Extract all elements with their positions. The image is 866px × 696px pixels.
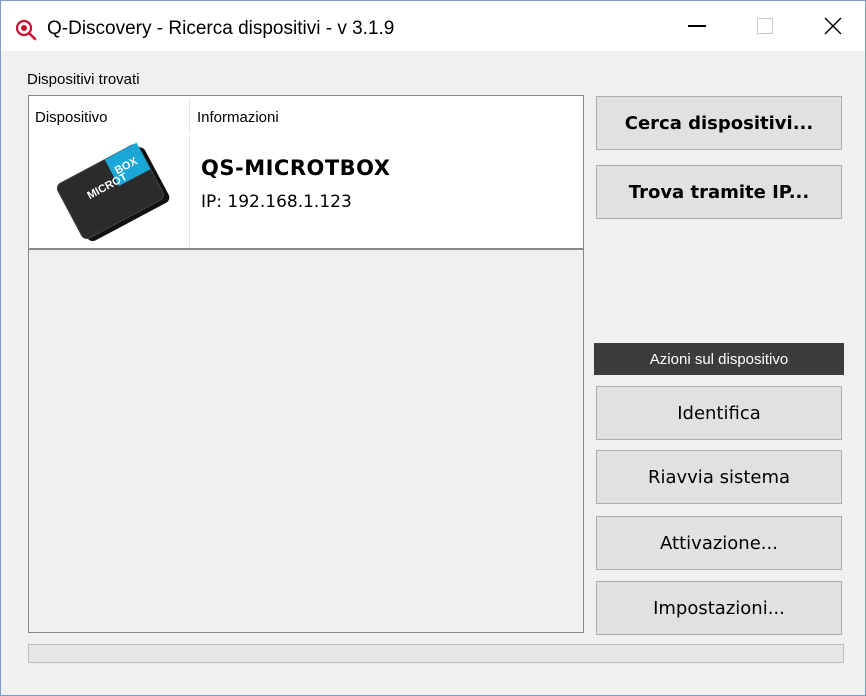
column-header-info[interactable]: Informazioni [197, 109, 279, 126]
device-name: QS-MICROTBOX [201, 156, 391, 180]
identify-button[interactable]: Identifica [596, 386, 842, 440]
title-bar: Q-Discovery - Ricerca dispositivi - v 3.… [1, 1, 865, 51]
microtbox-device-icon: MICROT BOX [56, 142, 170, 242]
main-window: Q-Discovery - Ricerca dispositivi - v 3.… [0, 0, 866, 696]
column-divider [189, 136, 190, 248]
devices-group-label: Dispositivi trovati [27, 71, 140, 88]
activation-button[interactable]: Attivazione... [596, 516, 842, 570]
search-devices-button[interactable]: Cerca dispositivi... [596, 96, 842, 150]
find-by-ip-button[interactable]: Trova tramite IP... [596, 165, 842, 219]
device-actions-header: Azioni sul dispositivo [594, 343, 844, 375]
column-header-device[interactable]: Dispositivo [35, 109, 108, 126]
column-divider [189, 98, 190, 134]
close-icon [824, 17, 842, 35]
app-logo-icon [15, 19, 37, 41]
reboot-button[interactable]: Riavvia sistema [596, 450, 842, 504]
minimize-button[interactable] [665, 1, 729, 51]
settings-button[interactable]: Impostazioni... [596, 581, 842, 635]
device-row[interactable]: MICROT BOX QS-MICROTBOX IP: 192.168.1.12… [29, 136, 583, 250]
maximize-button [733, 1, 797, 51]
maximize-icon [757, 18, 773, 34]
minimize-icon [688, 25, 706, 27]
window-title: Q-Discovery - Ricerca dispositivi - v 3.… [47, 18, 395, 39]
device-list[interactable]: Dispositivo Informazioni MICROT BOX QS-M… [28, 95, 584, 633]
device-ip: IP: 192.168.1.123 [201, 192, 352, 212]
progress-bar [28, 644, 844, 663]
close-button[interactable] [801, 1, 865, 51]
list-header: Dispositivo Informazioni [29, 96, 583, 136]
